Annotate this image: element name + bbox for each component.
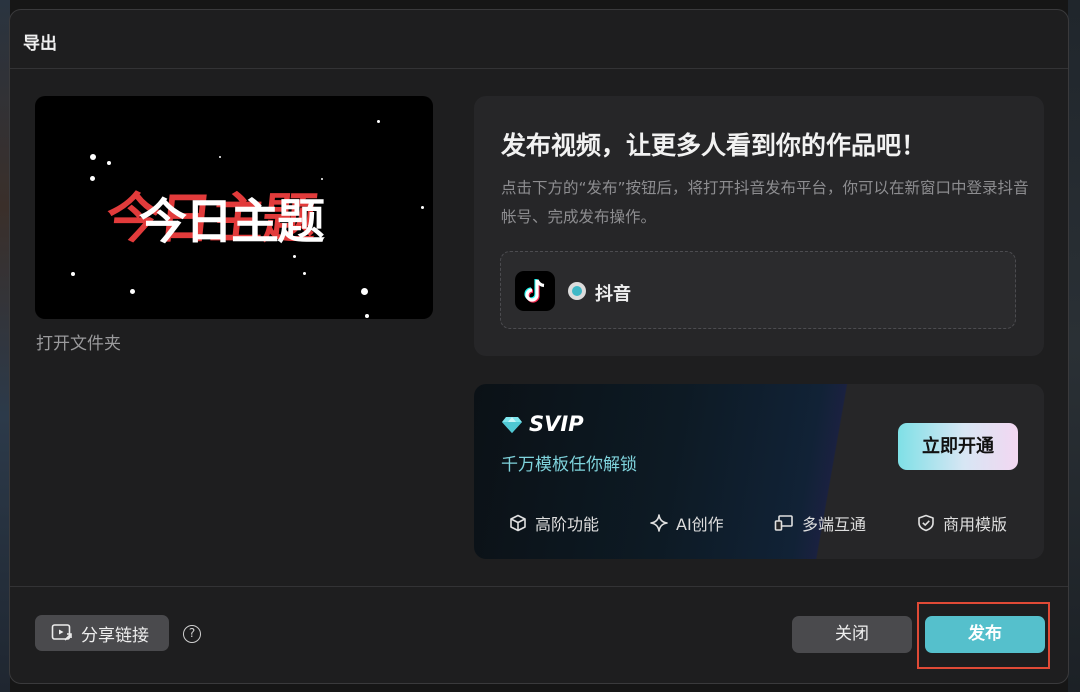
publish-description: 点击下方的“发布”按钮后，将打开抖音发布平台，你可以在新窗口中登录抖音帐号、完成… bbox=[501, 179, 1029, 226]
publish-heading: 发布视频，让更多人看到你的作品吧！ bbox=[501, 131, 927, 160]
particle bbox=[361, 288, 368, 295]
svip-title: SVIP bbox=[529, 412, 584, 436]
share-link-button[interactable]: 分享链接 bbox=[35, 615, 169, 651]
feature-multi-device: 多端互通 bbox=[774, 511, 866, 535]
particle bbox=[293, 255, 296, 258]
feature-label: AI创作 bbox=[676, 515, 724, 534]
particle bbox=[130, 289, 135, 294]
feature-commercial: 商用模版 bbox=[917, 511, 1007, 535]
particle bbox=[365, 314, 369, 318]
help-icon[interactable]: ? bbox=[183, 625, 201, 643]
particle bbox=[107, 161, 111, 165]
particle bbox=[303, 272, 306, 275]
shield-check-icon bbox=[918, 514, 934, 532]
diamond-icon bbox=[502, 417, 522, 433]
feature-label: 商用模版 bbox=[943, 515, 1008, 534]
close-button[interactable]: 关闭 bbox=[792, 616, 912, 653]
cube-icon bbox=[510, 514, 526, 532]
platform-name: 抖音 bbox=[595, 284, 631, 305]
open-folder-link[interactable]: 打开文件夹 bbox=[36, 329, 121, 354]
platform-radio[interactable] bbox=[568, 282, 586, 300]
subscribe-now-button[interactable]: 立即开通 bbox=[898, 423, 1018, 470]
particle bbox=[421, 206, 424, 209]
feature-label: 多端互通 bbox=[802, 515, 867, 534]
svip-promo-card: SVIP 千万模板任你解锁 立即开通 高阶功能 AI创作 多端互通 商用模版 bbox=[474, 384, 1044, 559]
video-preview: 今日主题 今日主题 bbox=[35, 96, 433, 319]
share-icon bbox=[51, 624, 72, 641]
particle bbox=[71, 272, 75, 276]
feature-ai: AI创作 bbox=[650, 511, 724, 535]
sparkle-icon bbox=[650, 514, 668, 532]
publish-card: 发布视频，让更多人看到你的作品吧！ 点击下方的“发布”按钮后，将打开抖音发布平台… bbox=[474, 96, 1044, 356]
svip-subtitle: 千万模板任你解锁 bbox=[501, 455, 637, 475]
feature-label: 高阶功能 bbox=[535, 515, 600, 534]
publish-button[interactable]: 发布 bbox=[925, 616, 1045, 653]
devices-icon bbox=[774, 515, 793, 531]
share-link-label: 分享链接 bbox=[81, 625, 149, 646]
particle bbox=[90, 154, 96, 160]
dialog-title: 导出 bbox=[23, 34, 57, 54]
dialog-footer: 分享链接 ? 关闭 发布 bbox=[10, 586, 1068, 683]
platform-option-douyin[interactable]: 抖音 bbox=[500, 251, 1016, 329]
particle bbox=[219, 156, 221, 158]
export-dialog: 导出 今日主题 今日主题 打开文件夹 发布视频，让更多人看到你的作品吧！ 点击下… bbox=[9, 9, 1069, 684]
dialog-title-bar: 导出 bbox=[10, 10, 1068, 69]
feature-advanced: 高阶功能 bbox=[509, 511, 599, 535]
background-app-right bbox=[1068, 0, 1080, 692]
preview-title: 今日主题 bbox=[139, 194, 325, 250]
particle bbox=[377, 120, 380, 123]
tiktok-icon bbox=[515, 271, 555, 311]
particle bbox=[90, 176, 95, 181]
particle bbox=[321, 178, 323, 180]
